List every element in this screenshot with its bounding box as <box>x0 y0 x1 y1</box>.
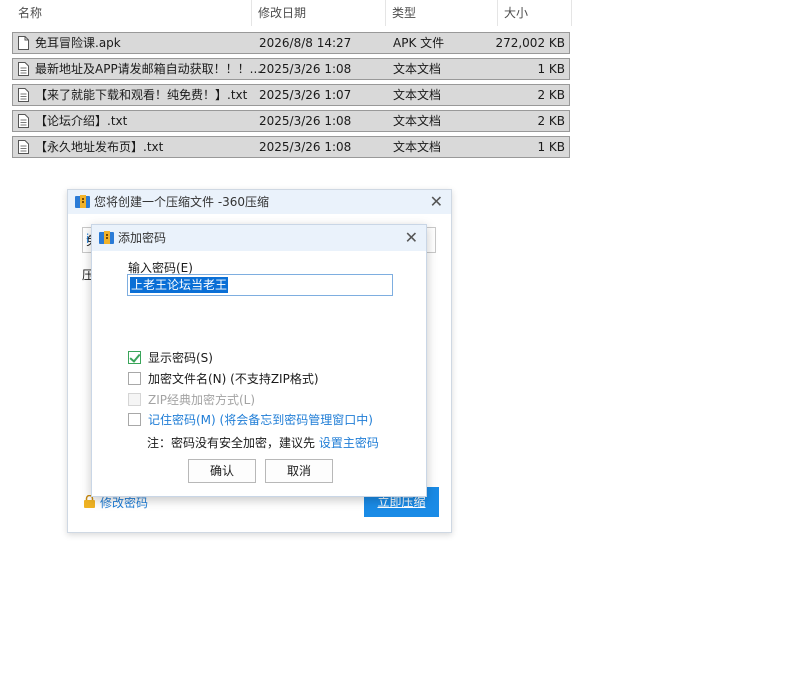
text-file-icon <box>18 140 29 154</box>
file-name: 最新地址及APP请发邮箱自动获取！！！.... <box>35 62 260 76</box>
file-date: 2026/8/8 14:27 <box>259 36 352 50</box>
password-value: 上老王论坛当老王 <box>130 277 229 293</box>
column-type[interactable]: 类型 <box>386 0 498 26</box>
checkbox-icon <box>128 413 141 426</box>
file-size: 1 KB <box>537 62 565 76</box>
text-file-icon <box>18 88 29 102</box>
file-size: 2 KB <box>537 88 565 102</box>
text-file-icon <box>18 114 29 128</box>
cancel-button[interactable]: 取消 <box>265 459 333 483</box>
file-name: 【永久地址发布页】.txt <box>35 140 164 154</box>
close-icon[interactable]: ✕ <box>430 192 443 212</box>
file-row-txt-1[interactable]: 最新地址及APP请发邮箱自动获取！！！.... 2025/3/26 1:08 文… <box>12 58 570 80</box>
file-date: 2025/3/26 1:08 <box>259 114 352 128</box>
column-date[interactable]: 修改日期 <box>252 0 386 26</box>
file-size: 272,002 KB <box>495 36 565 50</box>
add-password-title: 添加密码 <box>118 231 167 245</box>
file-type: 文本文档 <box>393 114 442 128</box>
close-icon[interactable]: ✕ <box>405 228 418 248</box>
sort-arrow-icon: ^ <box>137 0 145 5</box>
file-type: 文本文档 <box>393 140 442 154</box>
column-name[interactable]: 名称 <box>12 0 252 26</box>
text-file-icon <box>18 62 29 76</box>
file-type: APK 文件 <box>393 36 445 50</box>
add-password-dialog: 添加密码 ✕ 输入密码(E) 上老王论坛当老王 显示密码(S) 加密文件名(N)… <box>91 224 427 497</box>
file-row-apk[interactable]: 免耳冒险课.apk 2026/8/8 14:27 APK 文件 272,002 … <box>12 32 570 54</box>
checkbox-disabled-icon <box>128 393 141 406</box>
file-date: 2025/3/26 1:08 <box>259 140 352 154</box>
ok-button[interactable]: 确认 <box>188 459 256 483</box>
archive-app-icon <box>99 231 114 244</box>
file-name: 【来了就能下载和观看！纯免费！】.txt <box>35 88 248 102</box>
security-note: 注：密码没有安全加密，建议先 设置主密码 <box>147 436 379 450</box>
file-type: 文本文档 <box>393 88 442 102</box>
checkbox-checked-icon <box>128 351 141 364</box>
compress-dialog-title: 您将创建一个压缩文件 -360压缩 <box>94 195 270 209</box>
file-row-txt-2[interactable]: 【来了就能下载和观看！纯免费！】.txt 2025/3/26 1:07 文本文档… <box>12 84 570 106</box>
checkbox-icon <box>128 372 141 385</box>
file-date: 2025/3/26 1:08 <box>259 62 352 76</box>
file-name: 【论坛介绍】.txt <box>35 114 128 128</box>
file-size: 2 KB <box>537 114 565 128</box>
file-type: 文本文档 <box>393 62 442 76</box>
file-icon <box>18 36 29 50</box>
file-date: 2025/3/26 1:07 <box>259 88 352 102</box>
set-master-password-link[interactable]: 设置主密码 <box>319 436 379 450</box>
file-name: 免耳冒险课.apk <box>35 36 121 50</box>
compress-dialog-titlebar[interactable]: 您将创建一个压缩文件 -360压缩 ✕ <box>68 190 451 214</box>
file-size: 1 KB <box>537 140 565 154</box>
file-row-txt-3[interactable]: 【论坛介绍】.txt 2025/3/26 1:08 文本文档 2 KB <box>12 110 570 132</box>
password-input[interactable]: 上老王论坛当老王 <box>127 274 393 296</box>
add-password-titlebar[interactable]: 添加密码 ✕ <box>92 225 426 251</box>
column-size[interactable]: 大小 <box>498 0 572 26</box>
file-list-header: 名称 ^ 修改日期 类型 大小 <box>12 0 572 26</box>
file-row-txt-4[interactable]: 【永久地址发布页】.txt 2025/3/26 1:08 文本文档 1 KB <box>12 136 570 158</box>
archive-app-icon <box>75 195 90 208</box>
